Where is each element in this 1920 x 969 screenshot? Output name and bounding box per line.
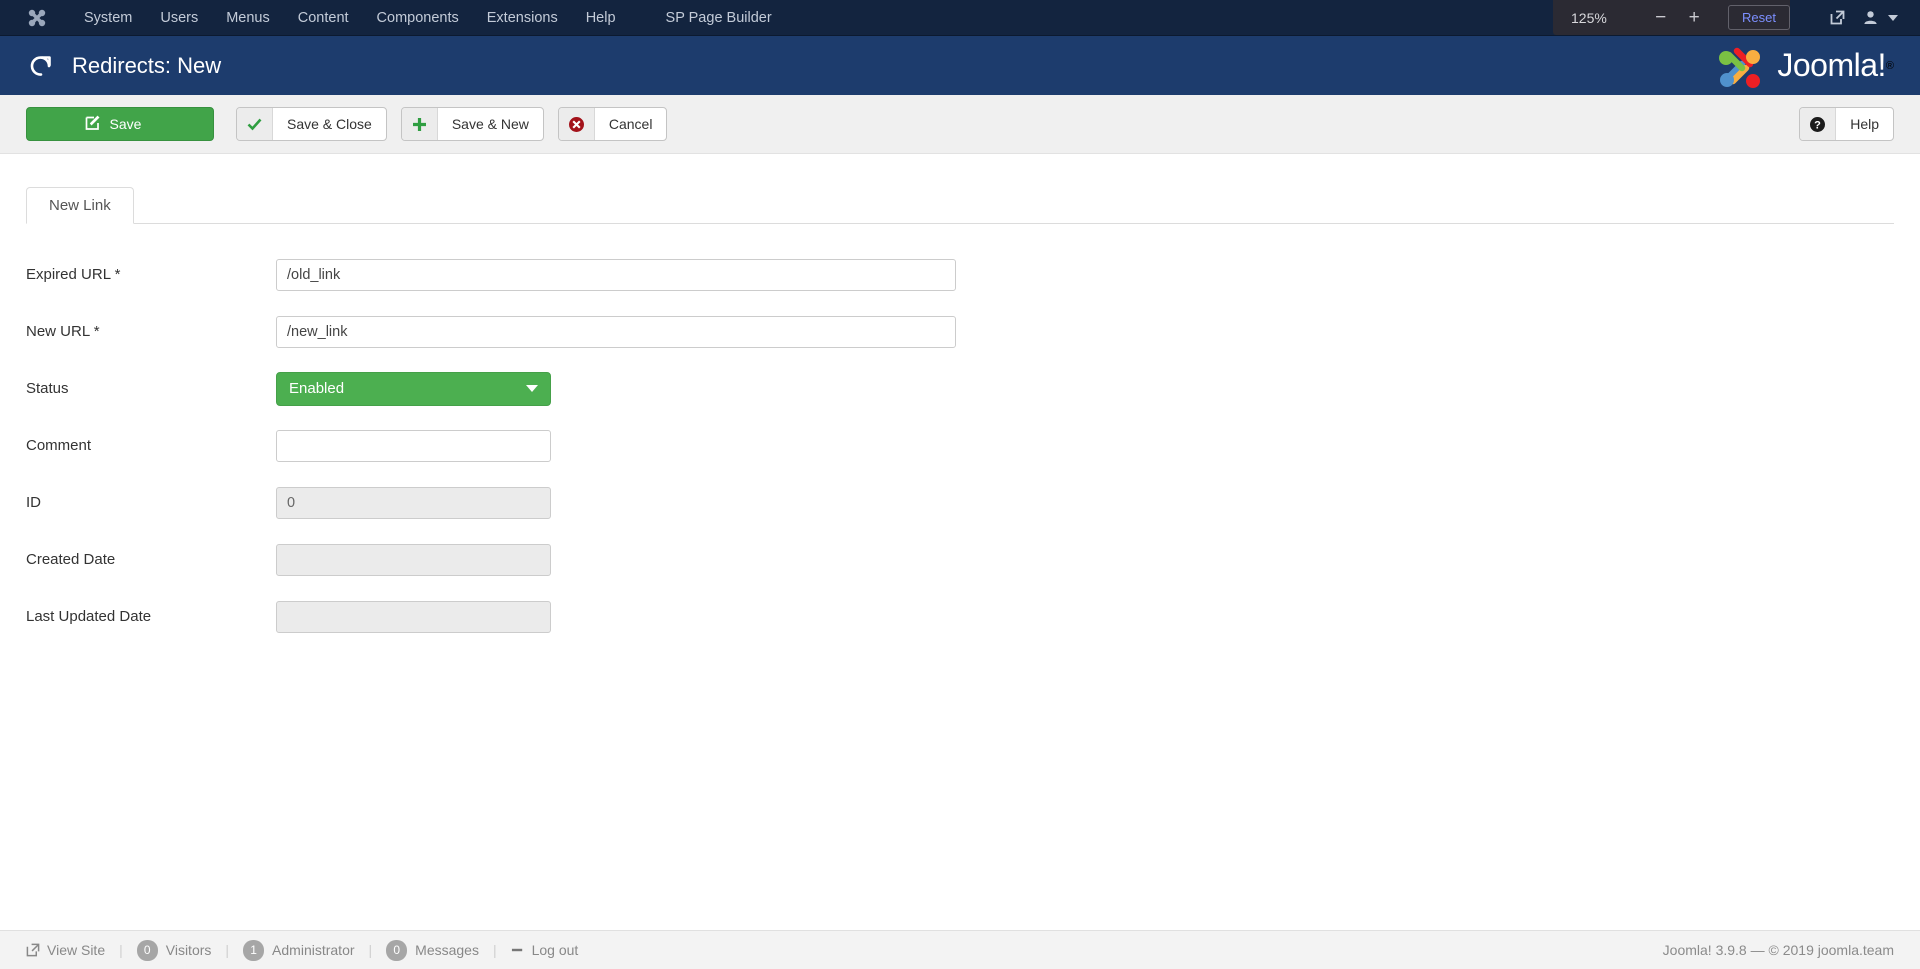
- browser-zoom-popup: 125% − + Reset: [1553, 0, 1790, 35]
- tab-new-link-label: New Link: [49, 197, 111, 214]
- expired-url-input[interactable]: /old_link: [276, 259, 956, 291]
- cancel-label: Cancel: [595, 116, 667, 132]
- copyright-text: © 2019 joomla.team: [1769, 942, 1895, 958]
- user-icon[interactable]: [1863, 10, 1878, 25]
- last-updated-date-input: [276, 601, 551, 633]
- external-link-icon: [26, 943, 40, 957]
- status-label: Status: [26, 380, 276, 397]
- redirect-form: Expired URL * /old_link New URL * /new_l…: [26, 224, 1894, 645]
- svg-text:?: ?: [1814, 119, 1821, 131]
- administrator-status[interactable]: 1 Administrator: [243, 940, 354, 961]
- help-question-icon: ?: [1800, 108, 1836, 140]
- created-date-input: [276, 544, 551, 576]
- created-date-label: Created Date: [26, 551, 276, 568]
- status-select[interactable]: Enabled: [276, 372, 551, 406]
- zoom-level-label: 125%: [1571, 10, 1619, 26]
- logout-icon: [511, 943, 525, 957]
- save-and-new-button[interactable]: Save & New: [401, 107, 544, 141]
- brand-registered-mark: ®: [1886, 60, 1894, 72]
- messages-label: Messages: [415, 942, 479, 958]
- logout-link[interactable]: Log out: [511, 942, 579, 958]
- plus-icon: [402, 108, 438, 140]
- last-updated-date-label: Last Updated Date: [26, 608, 276, 625]
- topbar-right-icons: [1812, 10, 1920, 25]
- footer-divider: |: [369, 942, 373, 958]
- administrator-count-badge: 1: [243, 940, 264, 961]
- joomla-version: Joomla! 3.9.8: [1663, 942, 1747, 958]
- brand-text: Joomla!: [1777, 47, 1886, 84]
- page-header: Redirects: New Joomla! ®: [0, 36, 1920, 95]
- view-site-label: View Site: [47, 942, 105, 958]
- menu-item-system[interactable]: System: [70, 0, 146, 36]
- expired-url-label: Expired URL *: [26, 266, 276, 283]
- form-row-status: Status Enabled: [26, 360, 1894, 417]
- footer-divider: |: [493, 942, 497, 958]
- cancel-icon: [559, 108, 595, 140]
- menu-item-extensions[interactable]: Extensions: [473, 0, 572, 36]
- logout-label: Log out: [532, 942, 579, 958]
- footer-divider: |: [119, 942, 123, 958]
- save-button-label: Save: [101, 116, 156, 132]
- new-url-label: New URL *: [26, 323, 276, 340]
- cancel-button[interactable]: Cancel: [558, 107, 668, 141]
- joomla-mark-icon[interactable]: [26, 7, 48, 29]
- form-row-last-updated-date: Last Updated Date: [26, 588, 1894, 645]
- zoom-in-button[interactable]: +: [1680, 8, 1708, 27]
- status-select-value: Enabled: [289, 380, 344, 397]
- footer-dash: —: [1751, 942, 1765, 958]
- visitors-label: Visitors: [166, 942, 212, 958]
- zoom-out-button[interactable]: −: [1647, 8, 1675, 27]
- footer-copyright: Joomla! 3.9.8 — © 2019 joomla.team: [1663, 942, 1894, 958]
- visitors-status[interactable]: 0 Visitors: [137, 940, 212, 961]
- comment-label: Comment: [26, 437, 276, 454]
- save-button[interactable]: Save: [26, 107, 214, 141]
- save-and-new-label: Save & New: [438, 116, 543, 132]
- zoom-reset-button[interactable]: Reset: [1728, 5, 1790, 30]
- menu-item-sp-page-builder[interactable]: SP Page Builder: [652, 0, 786, 36]
- menu-item-content[interactable]: Content: [284, 0, 363, 36]
- check-icon: [237, 108, 273, 140]
- help-label: Help: [1836, 116, 1893, 132]
- id-label: ID: [26, 494, 276, 511]
- new-url-input[interactable]: /new_link: [276, 316, 956, 348]
- help-button[interactable]: ? Help: [1799, 107, 1894, 141]
- redo-arrow-icon: [28, 53, 54, 79]
- joomla-brand-logo: Joomla! ®: [1715, 43, 1894, 89]
- form-row-expired-url: Expired URL * /old_link: [26, 246, 1894, 303]
- chevron-down-icon: [526, 385, 538, 392]
- tab-bar: New Link: [26, 179, 1894, 224]
- form-row-comment: Comment: [26, 417, 1894, 474]
- admin-footer: View Site | 0 Visitors | 1 Administrator…: [0, 930, 1920, 969]
- save-and-close-label: Save & Close: [273, 116, 386, 132]
- save-pencil-icon: [85, 115, 101, 134]
- form-row-id: ID 0: [26, 474, 1894, 531]
- comment-input[interactable]: [276, 430, 551, 462]
- external-link-icon[interactable]: [1830, 10, 1845, 25]
- menu-item-help[interactable]: Help: [572, 0, 630, 36]
- page-title: Redirects: New: [72, 53, 221, 79]
- form-row-new-url: New URL * /new_link: [26, 303, 1894, 360]
- menu-item-menus[interactable]: Menus: [212, 0, 284, 36]
- menu-item-components[interactable]: Components: [363, 0, 473, 36]
- chevron-down-icon[interactable]: [1888, 15, 1898, 21]
- menu-item-users[interactable]: Users: [146, 0, 212, 36]
- messages-count-badge: 0: [386, 940, 407, 961]
- administrator-label: Administrator: [272, 942, 354, 958]
- footer-divider: |: [225, 942, 229, 958]
- main-content: New Link Expired URL * /old_link New URL…: [0, 179, 1920, 645]
- tab-new-link[interactable]: New Link: [26, 187, 134, 224]
- id-input: 0: [276, 487, 551, 519]
- visitors-count-badge: 0: [137, 940, 158, 961]
- form-row-created-date: Created Date: [26, 531, 1894, 588]
- view-site-link[interactable]: View Site: [26, 942, 105, 958]
- toolbar-right-group: ? Help: [1799, 107, 1894, 141]
- editor-toolbar: Save Save & Close Save & New Cancel: [0, 95, 1920, 154]
- messages-status[interactable]: 0 Messages: [386, 940, 479, 961]
- save-and-close-button[interactable]: Save & Close: [236, 107, 387, 141]
